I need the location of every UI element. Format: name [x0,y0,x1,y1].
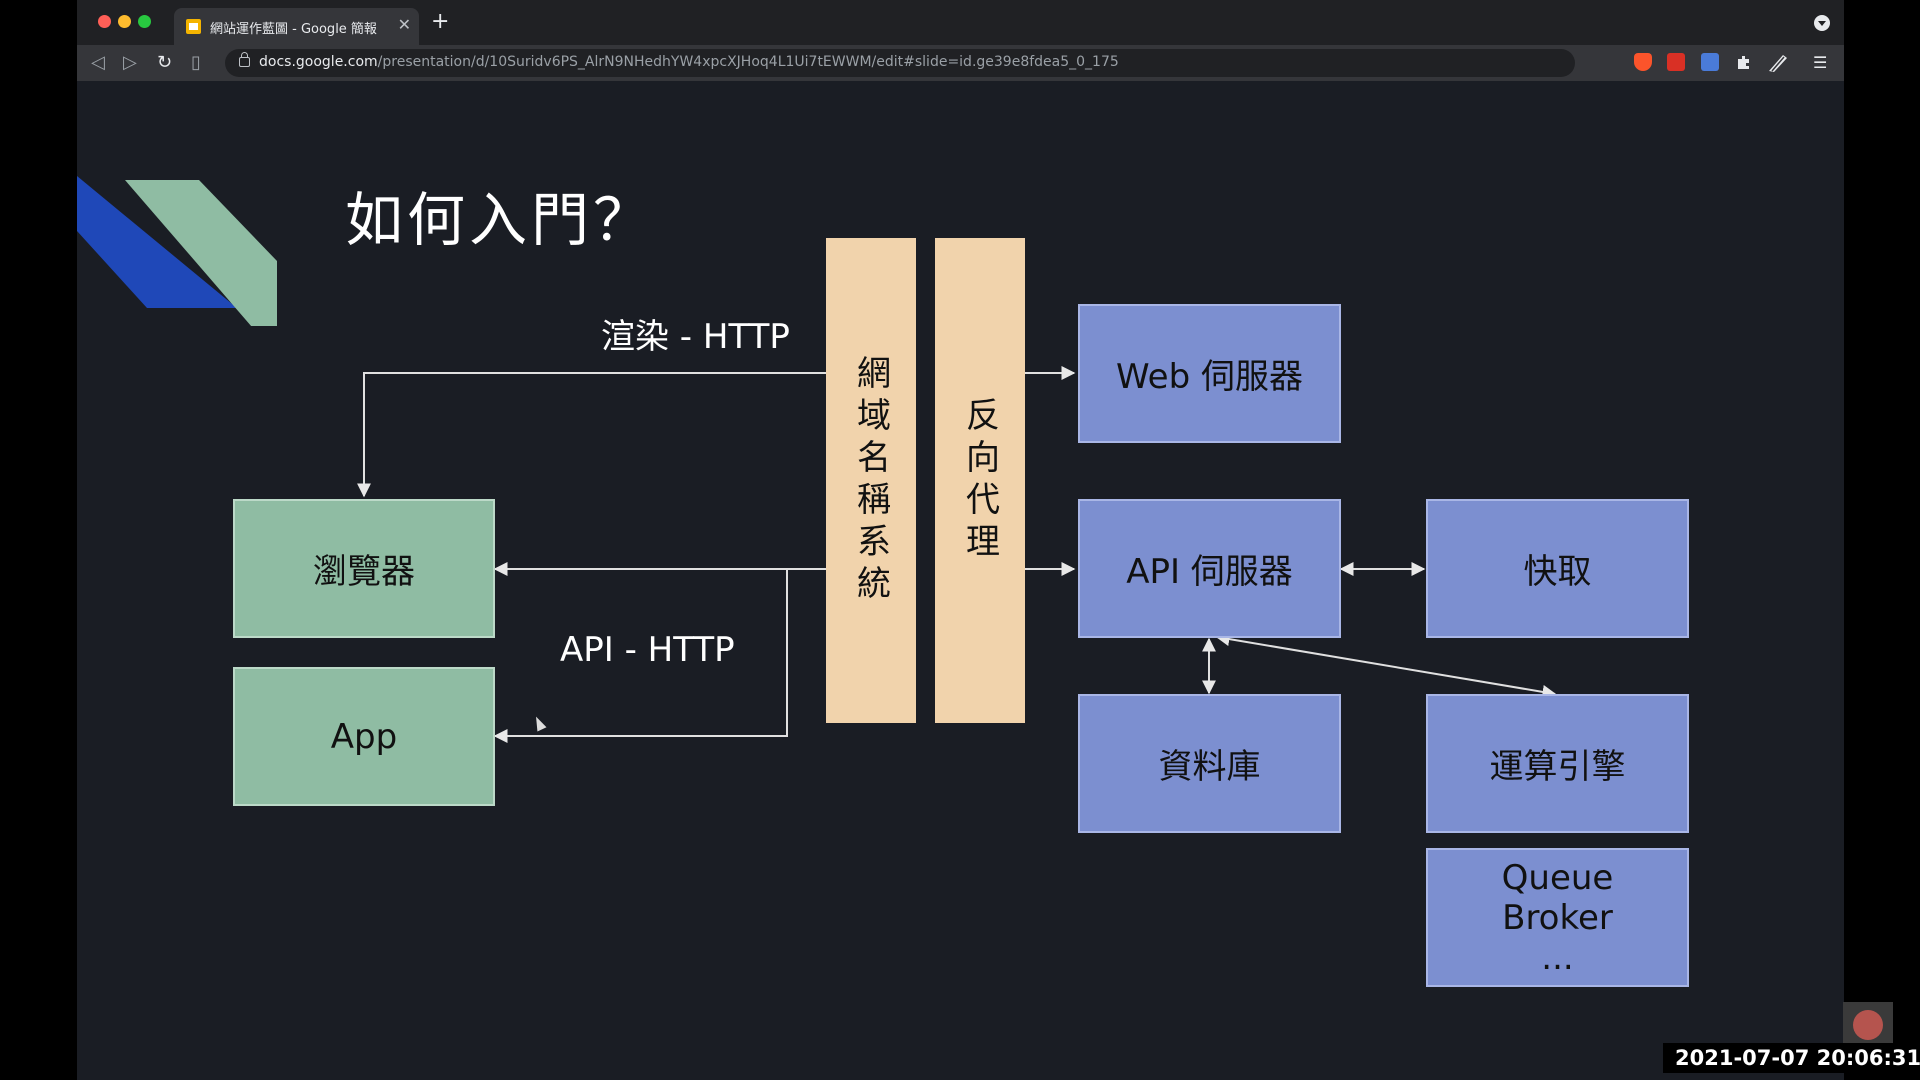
forward-arrow-icon[interactable]: ▷ [123,51,137,75]
api-http-label: API - HTTP [560,630,735,670]
api-server-box: API 伺服器 [1078,499,1341,638]
dns-label: 網域名稱系統 [850,354,891,607]
url-text[interactable]: docs.google.com/presentation/d/10Suridv6… [259,54,1119,70]
screen: 網站運作藍圖 - Google 簡報 ✕ + ◁ ▷ ↻ ▯ docs.goog… [0,0,1920,1080]
reverse-proxy-label: 反向代理 [959,396,1000,565]
database-box: 資料庫 [1078,694,1341,833]
extension-red-icon[interactable] [1667,53,1685,71]
render-http-arrow [357,372,826,498]
menu-icon[interactable]: ☰ [1813,51,1827,75]
puzzle-extensions-icon[interactable] [1735,53,1753,71]
render-http-label: 渲染 - HTTP [601,317,790,357]
api-compute-arrow [1215,632,1557,699]
tab-slides[interactable]: 網站運作藍圖 - Google 簡報 ✕ [174,8,419,45]
back-arrow-icon[interactable]: ◁ [91,51,105,75]
recording-timestamp: 2021-07-07 20:06:31 [1663,1043,1920,1073]
url-host: docs.google.com [259,54,378,70]
bookmark-icon[interactable]: ▯ [191,51,201,75]
url-path: /presentation/d/10Suridv6PS_AlrN9NHedhYW… [377,54,1119,70]
app-box: App [233,667,495,806]
dns-box: 網域名稱系統 [826,238,916,723]
translate-icon[interactable] [1701,53,1719,71]
reload-icon[interactable]: ↻ [157,51,172,75]
google-slides-icon [186,19,201,34]
tab-title: 網站運作藍圖 - Google 簡報 [210,22,377,37]
cache-box: 快取 [1426,499,1689,638]
minimize-window-button[interactable] [118,15,131,28]
browser-window: 網站運作藍圖 - Google 簡報 ✕ + ◁ ▷ ↻ ▯ docs.goog… [77,0,1844,1080]
close-window-button[interactable] [98,15,111,28]
new-tab-plus-icon[interactable]: + [431,11,449,33]
address-bar[interactable]: docs.google.com/presentation/d/10Suridv6… [225,49,1575,77]
reverse-proxy-box: 反向代理 [935,238,1025,723]
compute-engine-box: 運算引擎 [1426,694,1689,833]
tab-close-icon[interactable]: ✕ [398,16,411,34]
brave-shield-icon[interactable] [1634,53,1652,71]
pen-tool-icon[interactable] [1767,53,1787,72]
tab-search-icon[interactable] [1814,15,1830,31]
browser-toolbar: ◁ ▷ ↻ ▯ docs.google.com/presentation/d/1… [77,45,1844,81]
queue-broker-box: Queue Broker ... [1426,848,1689,987]
tab-strip: 網站運作藍圖 - Google 簡報 ✕ + [77,0,1844,45]
maximize-window-button[interactable] [138,15,151,28]
browser-box: 瀏覽器 [233,499,495,638]
slide-canvas: 如何入門？ 渲染 - HTTP API - HTTP 瀏覽器 App 網域名稱系… [77,81,1844,1080]
lock-icon [239,52,250,67]
web-server-box: Web 伺服器 [1078,304,1341,443]
